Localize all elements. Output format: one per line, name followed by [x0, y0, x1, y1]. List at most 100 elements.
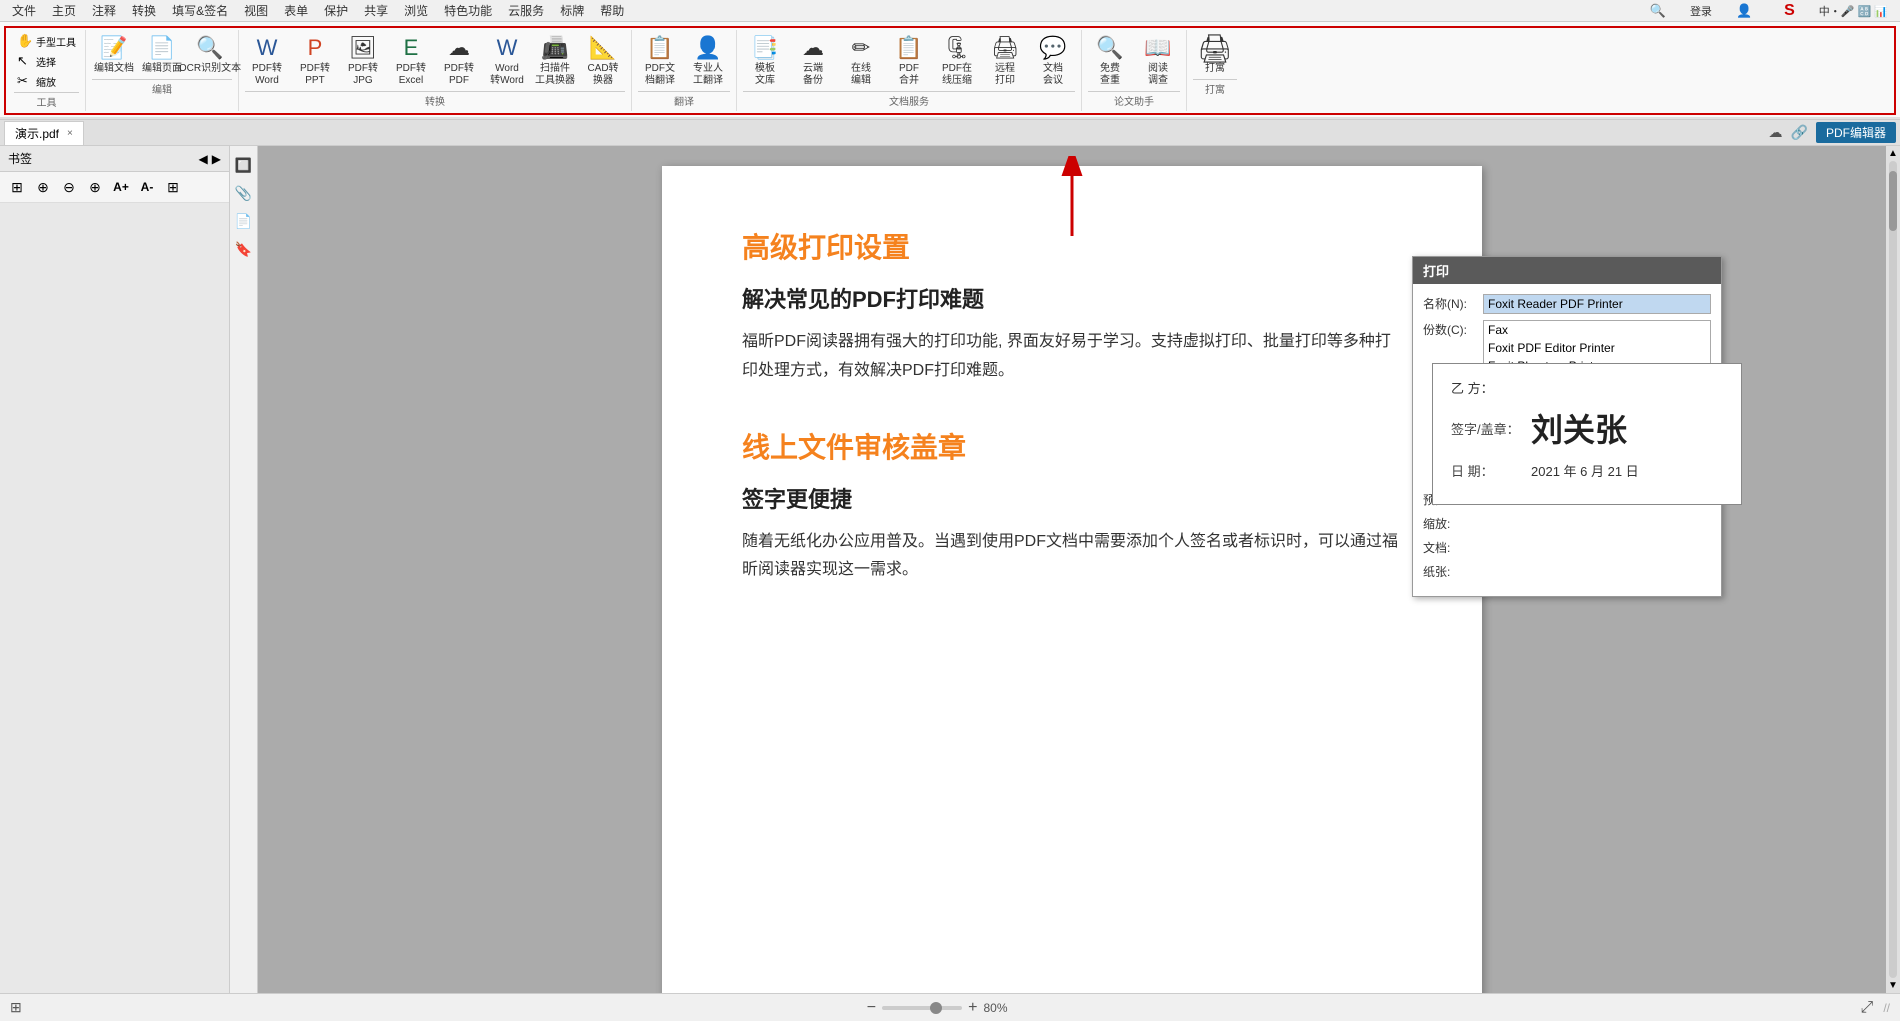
scroll-track [1889, 161, 1897, 978]
free-check-btn[interactable]: 🔍 免费查重 [1088, 32, 1132, 89]
menu-item-browse[interactable]: 浏览 [396, 0, 436, 21]
template-btn[interactable]: 📑 模板文库 [743, 32, 787, 89]
sidebar-prev-icon[interactable]: ◀ [199, 152, 208, 166]
menu-item-annotate[interactable]: 注释 [84, 0, 124, 21]
scrollbar[interactable]: ▲ ▼ [1886, 146, 1900, 993]
word-to-word-btn[interactable]: W Word转Word [485, 32, 529, 89]
ribbon-tools-section: ✋ 手型工具 ↖ 选择 ✂ 缩放 工具 [8, 30, 86, 111]
sidebar-font-decrease[interactable]: A- [136, 176, 158, 198]
online-edit-btn[interactable]: ✏ 在线编辑 [839, 32, 883, 89]
account-icon[interactable]: 👤 [1728, 1, 1760, 21]
menu-item-protect[interactable]: 保护 [316, 0, 356, 21]
menu-item-home[interactable]: 主页 [44, 0, 84, 21]
search-icon[interactable]: 🔍 [1642, 1, 1674, 21]
menu-item-view[interactable]: 视图 [236, 0, 276, 21]
pdf-merge-btn[interactable]: 📋 PDF合并 [887, 32, 931, 89]
zoom-slider[interactable] [882, 1006, 962, 1010]
print-label: 打寓 [1193, 79, 1237, 96]
zoom-minus-btn[interactable]: − [867, 999, 876, 1017]
edit-doc-btn[interactable]: 📝 编辑文档 [92, 32, 136, 77]
remote-print-icon: 🖨 [991, 34, 1019, 62]
edit-label: 编辑 [92, 79, 232, 96]
thumbnail-icon[interactable]: ⊞ [10, 999, 22, 1016]
left-icon-1[interactable]: 🔲 [233, 154, 255, 176]
print-icon: 🖨 [1201, 34, 1229, 62]
tab-close-btn[interactable]: × [67, 128, 73, 139]
scroll-down-btn[interactable]: ▼ [1888, 980, 1898, 991]
sidebar-tool-2[interactable]: ⊕ [32, 176, 54, 198]
menu-item-share[interactable]: 共享 [356, 0, 396, 21]
expand-icon[interactable]: ⤢ [1861, 999, 1874, 1017]
pdf-editor-button[interactable]: PDF编辑器 [1816, 122, 1896, 143]
sidebar-tool-3[interactable]: ⊖ [58, 176, 80, 198]
tab-演示-pdf[interactable]: 演示.pdf × [4, 121, 84, 145]
menu-item-cloud[interactable]: 云服务 [500, 0, 552, 21]
sidebar-tool-1[interactable]: ⊞ [6, 176, 28, 198]
online-edit-icon: ✏ [847, 34, 875, 62]
edit-page-btn[interactable]: 📄 编辑页面 [140, 32, 184, 77]
assistant-label: 论文助手 [1088, 91, 1180, 108]
print-paper-row: 纸张: [1423, 562, 1711, 580]
bottom-left: ⊞ [10, 999, 22, 1016]
tab-label: 演示.pdf [15, 125, 59, 142]
menu-item-help[interactable]: 帮助 [592, 0, 632, 21]
print-selected-printer[interactable]: Foxit Reader PDF Printer [1483, 294, 1711, 314]
menu-item-billboard[interactable]: 标牌 [552, 0, 592, 21]
doc-meeting-btn[interactable]: 💬 文档会议 [1031, 32, 1075, 89]
template-icon: 📑 [751, 34, 779, 62]
pdf-to-jpg-btn[interactable]: 🖼 PDF转JPG [341, 32, 385, 89]
pdf-to-word-btn[interactable]: W PDF转Word [245, 32, 289, 89]
scroll-up-btn[interactable]: ▲ [1888, 148, 1898, 159]
cloud-to-pdf-btn[interactable]: ☁ PDF转PDF [437, 32, 481, 89]
ribbon-translate-section: 📋 PDF文档翻译 👤 专业人工翻译 翻译 [632, 30, 737, 111]
sidebar-content [0, 203, 229, 993]
zoom-plus-btn[interactable]: + [968, 999, 977, 1017]
professional-translate-btn[interactable]: 👤 专业人工翻译 [686, 32, 730, 89]
sidebar-tool-7[interactable]: ⊞ [162, 176, 184, 198]
tools-label: 工具 [14, 92, 79, 109]
section2-body: 随着无纸化办公应用普及。当遇到使用PDF文档中需要添加个人签名或者标识时，可以通… [742, 528, 1402, 586]
menu-item-special[interactable]: 特色功能 [436, 0, 500, 21]
scan-icon: 📠 [541, 34, 569, 62]
share-icon[interactable]: 🔗 [1791, 124, 1808, 141]
sidebar: 书签 ◀ ▶ ⊞ ⊕ ⊖ ⊕ A+ A- ⊞ [0, 146, 230, 993]
sidebar-tool-4[interactable]: ⊕ [84, 176, 106, 198]
zoom-thumb[interactable] [930, 1002, 942, 1014]
select-tool-btn[interactable]: ↖ 选择 [14, 52, 79, 70]
login-btn[interactable]: 登录 [1682, 1, 1720, 21]
doc-meeting-icon: 💬 [1039, 34, 1067, 62]
left-icon-4[interactable]: 🔖 [233, 238, 255, 260]
printer-fax[interactable]: Fax [1484, 321, 1710, 339]
menu-item-form[interactable]: 表单 [276, 0, 316, 21]
left-icon-2[interactable]: 📎 [233, 182, 255, 204]
scan-btn[interactable]: 📠 扫描件工具换器 [533, 32, 577, 89]
crop-tool-btn[interactable]: ✂ 缩放 [14, 72, 79, 90]
print-btn[interactable]: 🖨 打寓 [1193, 32, 1237, 77]
menu-item-file[interactable]: 文件 [4, 0, 44, 21]
remote-print-btn[interactable]: 🖨 远程打印 [983, 32, 1027, 89]
doc-service-label: 文档服务 [743, 91, 1075, 108]
cloud-backup-btn[interactable]: ☁ 云端备份 [791, 32, 835, 89]
pdf-to-excel-btn[interactable]: E PDF转Excel [389, 32, 433, 89]
pdf-to-ppt-btn[interactable]: P PDF转PPT [293, 32, 337, 89]
scroll-thumb[interactable] [1889, 171, 1897, 231]
sidebar-font-increase[interactable]: A+ [110, 176, 132, 198]
hand-tool-btn[interactable]: ✋ 手型工具 [14, 32, 79, 50]
乙方-label: 乙 方： [1451, 378, 1723, 397]
cloud-icon[interactable]: ☁ [1769, 124, 1783, 141]
pdf-translate-btn[interactable]: 📋 PDF文档翻译 [638, 32, 682, 89]
cad-btn[interactable]: 📐 CAD转换器 [581, 32, 625, 89]
ribbon-print-section: 🖨 打寓 打寓 [1187, 30, 1243, 111]
tab-bar: 演示.pdf × ☁ 🔗 PDF编辑器 [0, 120, 1900, 146]
sig-name: 刘关张 [1531, 405, 1627, 451]
crop-icon: ✂ [17, 73, 33, 89]
pdf-compress-btn[interactable]: 🗜 PDF在线压缩 [935, 32, 979, 89]
menu-item-convert[interactable]: 转换 [124, 0, 164, 21]
printer-foxit-editor[interactable]: Foxit PDF Editor Printer [1484, 339, 1710, 357]
menu-item-sign[interactable]: 填写&签名 [164, 0, 236, 21]
print-name-label: 名称(N): [1423, 294, 1483, 312]
sidebar-next-icon[interactable]: ▶ [212, 152, 221, 166]
ocr-btn[interactable]: 🔍 OCR识别文本 [188, 32, 232, 77]
reading-survey-btn[interactable]: 📖 阅读调查 [1136, 32, 1180, 89]
left-icon-3[interactable]: 📄 [233, 210, 255, 232]
